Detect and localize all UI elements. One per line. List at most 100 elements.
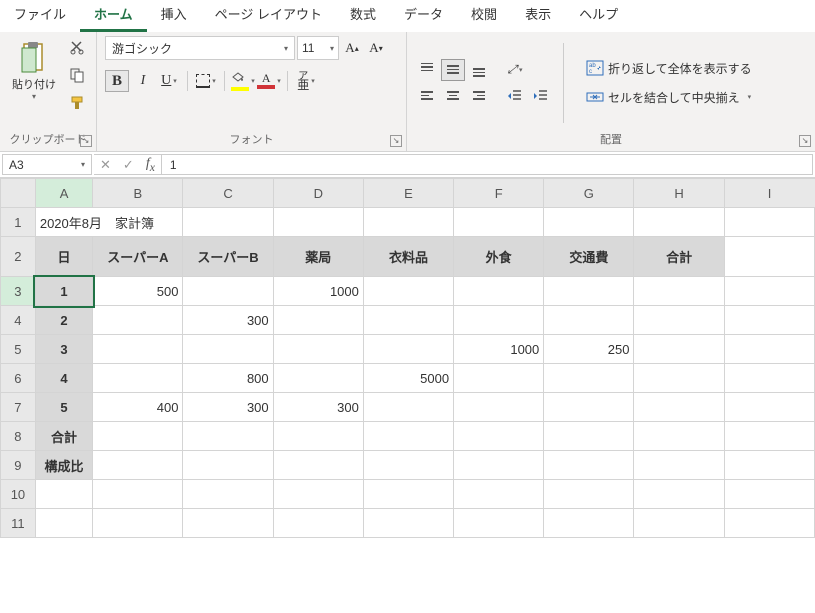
row-header-3[interactable]: 3	[1, 277, 36, 306]
cell-C3[interactable]	[183, 277, 273, 306]
cell-B8[interactable]	[93, 422, 183, 451]
cell-G6[interactable]	[544, 364, 634, 393]
cell-A3[interactable]: 1	[35, 277, 92, 306]
cell-B9[interactable]	[93, 451, 183, 480]
cancel-formula-button[interactable]: ✕	[100, 157, 111, 173]
col-header-F[interactable]: F	[454, 179, 544, 208]
cell-F8[interactable]	[454, 422, 544, 451]
cell-C2[interactable]: スーパーB	[183, 237, 273, 277]
cell-B3[interactable]: 500	[93, 277, 183, 306]
cell-A11[interactable]	[35, 509, 92, 538]
cell-D2[interactable]: 薬局	[273, 237, 363, 277]
cell-B2[interactable]: スーパーA	[93, 237, 183, 277]
cell-G8[interactable]	[544, 422, 634, 451]
cell-A9[interactable]: 構成比	[35, 451, 92, 480]
cell-E9[interactable]	[363, 451, 453, 480]
italic-button[interactable]: I	[131, 70, 155, 92]
tab-data[interactable]: データ	[390, 0, 457, 32]
cell-E4[interactable]	[363, 306, 453, 335]
cell-E1[interactable]	[363, 208, 453, 237]
fill-color-button[interactable]	[231, 70, 255, 92]
cell-A5[interactable]: 3	[35, 335, 92, 364]
cell-D9[interactable]	[273, 451, 363, 480]
cell-I1[interactable]	[724, 208, 814, 237]
cell-H11[interactable]	[634, 509, 724, 538]
col-header-B[interactable]: B	[93, 179, 183, 208]
tab-formulas[interactable]: 数式	[336, 0, 390, 32]
cut-button[interactable]	[66, 36, 88, 58]
cell-D6[interactable]	[273, 364, 363, 393]
font-size-selector[interactable]: 11 ▾	[297, 36, 339, 60]
cell-F7[interactable]	[454, 393, 544, 422]
cell-F4[interactable]	[454, 306, 544, 335]
cell-C9[interactable]	[183, 451, 273, 480]
align-left-button[interactable]	[415, 85, 439, 107]
cell-B6[interactable]	[93, 364, 183, 393]
alignment-dialog-launcher[interactable]: ↘	[799, 135, 811, 147]
cell-D7[interactable]: 300	[273, 393, 363, 422]
col-header-D[interactable]: D	[273, 179, 363, 208]
cell-D11[interactable]	[273, 509, 363, 538]
row-header-7[interactable]: 7	[1, 393, 36, 422]
cell-A7[interactable]: 5	[35, 393, 92, 422]
enter-formula-button[interactable]: ✓	[123, 157, 134, 173]
wrap-text-button[interactable]: abc 折り返して全体を表示する	[582, 56, 756, 81]
cell-I4[interactable]	[724, 306, 814, 335]
cell-H3[interactable]	[634, 277, 724, 306]
phonetic-button[interactable]: ア 亜	[294, 70, 318, 92]
cell-F3[interactable]	[454, 277, 544, 306]
cell-H2[interactable]: 合計	[634, 237, 724, 277]
align-bottom-button[interactable]	[467, 59, 491, 81]
cell-C8[interactable]	[183, 422, 273, 451]
cell-E2[interactable]: 衣料品	[363, 237, 453, 277]
tab-help[interactable]: ヘルプ	[565, 0, 632, 32]
increase-font-button[interactable]: A▴	[341, 37, 363, 59]
cell-A1[interactable]: 2020年8月 家計簿	[35, 208, 183, 237]
cell-B7[interactable]: 400	[93, 393, 183, 422]
font-color-button[interactable]: A	[257, 70, 281, 92]
cell-F9[interactable]	[454, 451, 544, 480]
cell-A6[interactable]: 4	[35, 364, 92, 393]
col-header-G[interactable]: G	[544, 179, 634, 208]
cell-B10[interactable]	[93, 480, 183, 509]
row-header-8[interactable]: 8	[1, 422, 36, 451]
increase-indent-button[interactable]	[529, 85, 553, 107]
cell-H10[interactable]	[634, 480, 724, 509]
row-header-4[interactable]: 4	[1, 306, 36, 335]
cell-A2[interactable]: 日	[35, 237, 92, 277]
align-right-button[interactable]	[467, 85, 491, 107]
tab-view[interactable]: 表示	[511, 0, 565, 32]
clipboard-dialog-launcher[interactable]: ↘	[80, 135, 92, 147]
cell-C4[interactable]: 300	[183, 306, 273, 335]
cell-I7[interactable]	[724, 393, 814, 422]
cell-D8[interactable]	[273, 422, 363, 451]
paste-button[interactable]: 貼り付け ▾	[8, 36, 60, 105]
decrease-indent-button[interactable]	[503, 85, 527, 107]
cell-F11[interactable]	[454, 509, 544, 538]
col-header-A[interactable]: A	[35, 179, 92, 208]
cell-F6[interactable]	[454, 364, 544, 393]
merge-center-button[interactable]: セルを結合して中央揃え ▾	[582, 85, 756, 110]
cell-E7[interactable]	[363, 393, 453, 422]
cell-E11[interactable]	[363, 509, 453, 538]
cell-B5[interactable]	[93, 335, 183, 364]
cell-H8[interactable]	[634, 422, 724, 451]
cell-D3[interactable]: 1000	[273, 277, 363, 306]
copy-button[interactable]	[66, 64, 88, 86]
cell-I10[interactable]	[724, 480, 814, 509]
cell-C10[interactable]	[183, 480, 273, 509]
tab-insert[interactable]: 挿入	[147, 0, 201, 32]
formula-input[interactable]: 1	[162, 154, 813, 175]
underline-button[interactable]: U	[157, 70, 181, 92]
tab-home[interactable]: ホーム	[80, 0, 147, 32]
cell-H5[interactable]	[634, 335, 724, 364]
cell-E3[interactable]	[363, 277, 453, 306]
cell-H1[interactable]	[634, 208, 724, 237]
tab-page-layout[interactable]: ページ レイアウト	[201, 0, 336, 32]
insert-function-button[interactable]: fx	[146, 156, 155, 174]
cell-I8[interactable]	[724, 422, 814, 451]
cell-C5[interactable]	[183, 335, 273, 364]
align-center-button[interactable]	[441, 85, 465, 107]
cell-H7[interactable]	[634, 393, 724, 422]
col-header-E[interactable]: E	[363, 179, 453, 208]
